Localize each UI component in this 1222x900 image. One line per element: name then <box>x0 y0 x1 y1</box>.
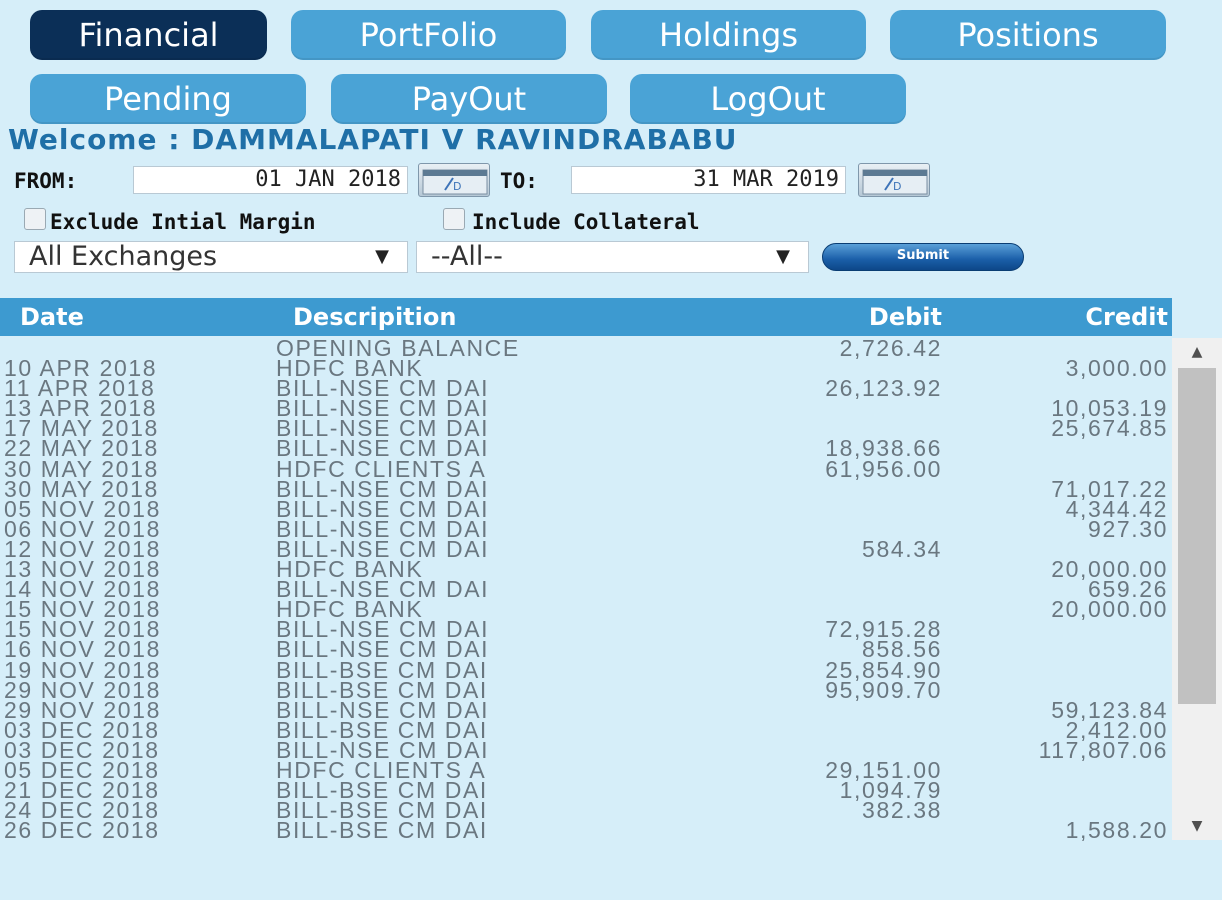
table-row: 14 NOV 2018 BILL-NSE CM DAI 659.26 <box>0 578 1172 601</box>
nav-financial-button[interactable]: Financial <box>30 10 267 60</box>
nav-payout-button[interactable]: PayOut <box>331 74 607 124</box>
table-row: 30 MAY 2018 HDFC CLIENTS A 61,956.00 <box>0 455 1172 482</box>
table-row: 19 NOV 2018 BILL-BSE CM DAI 25,854.90 <box>0 658 1172 681</box>
calendar-icon[interactable]: D <box>858 163 930 197</box>
row-credit: 25,674.85 <box>1051 415 1168 442</box>
segment-select[interactable]: --All-- ▼ <box>416 241 809 273</box>
nav-holdings-button[interactable]: Holdings <box>591 10 866 60</box>
scroll-down-icon[interactable]: ▼ <box>1172 816 1222 836</box>
exclude-margin-checkbox[interactable] <box>24 208 46 230</box>
svg-text:D: D <box>893 180 901 193</box>
ledger-table-body: OPENING BALANCE 2,726.42 10 APR 2018 HDFC B… <box>0 335 1172 844</box>
table-row: 03 DEC 2018 BILL-NSE CM DAI 117,807.06 <box>0 736 1172 763</box>
scroll-thumb[interactable] <box>1178 368 1216 704</box>
table-row: 15 NOV 2018 BILL-NSE CM DAI 72,915.28 <box>0 618 1172 641</box>
table-row: 17 MAY 2018 BILL-NSE CM DAI 25,674.85 <box>0 415 1172 442</box>
nav-logout-button[interactable]: LogOut <box>630 74 906 124</box>
segment-select-value: --All-- <box>431 241 503 272</box>
header-credit: Credit <box>1085 303 1168 331</box>
row-credit: 927.30 <box>1088 515 1168 542</box>
table-row: 05 NOV 2018 BILL-NSE CM DAI 4,344.42 <box>0 497 1172 520</box>
table-row: 12 NOV 2018 BILL-NSE CM DAI 584.34 <box>0 535 1172 562</box>
svg-text:D: D <box>453 180 461 193</box>
table-row: 30 MAY 2018 BILL-NSE CM DAI 71,017.22 <box>0 477 1172 500</box>
table-row: 15 NOV 2018 HDFC BANK 20,000.00 <box>0 596 1172 623</box>
table-row: OPENING BALANCE 2,726.42 <box>0 335 1172 361</box>
row-debit: 26,123.92 <box>825 375 942 402</box>
from-label: FROM: <box>14 169 78 193</box>
calendar-icon[interactable]: D <box>418 163 490 197</box>
exchange-select-value: All Exchanges <box>29 241 218 272</box>
row-debit: 2,726.42 <box>839 335 942 361</box>
header-debit: Debit <box>868 303 942 331</box>
table-row: 22 MAY 2018 BILL-NSE CM DAI 18,938.66 <box>0 437 1172 460</box>
row-debit: 584.34 <box>862 535 942 562</box>
to-date-input[interactable]: 31 MAR 2019 <box>571 166 846 194</box>
row-credit: 3,000.00 <box>1065 355 1168 382</box>
table-scrollbar[interactable]: ▲ ▼ <box>1172 338 1222 840</box>
header-date: Date <box>20 303 84 331</box>
row-credit: 1,588.20 <box>1065 817 1168 844</box>
row-debit: 61,956.00 <box>825 455 942 482</box>
table-row: 05 DEC 2018 HDFC CLIENTS A 29,151.00 <box>0 758 1172 781</box>
table-row: 16 NOV 2018 BILL-NSE CM DAI 858.56 <box>0 638 1172 661</box>
row-credit: 20,000.00 <box>1051 596 1168 623</box>
table-row: 03 DEC 2018 BILL-BSE CM DAI 2,412.00 <box>0 718 1172 741</box>
submit-button[interactable]: Submit <box>822 243 1024 271</box>
to-label: TO: <box>500 169 538 193</box>
chevron-down-icon: ▼ <box>776 246 790 267</box>
table-row: 10 APR 2018 HDFC BANK 3,000.00 <box>0 355 1172 382</box>
from-date-input[interactable]: 01 JAN 2018 <box>133 166 408 194</box>
header-description: Descripition <box>293 303 457 331</box>
table-row: 06 NOV 2018 BILL-NSE CM DAI 927.30 <box>0 515 1172 542</box>
table-header: Date Descripition Debit Credit <box>0 298 1172 336</box>
include-collateral-checkbox[interactable] <box>443 208 465 230</box>
table-row: 11 APR 2018 BILL-NSE CM DAI 26,123.92 <box>0 375 1172 402</box>
table-row: 24 DEC 2018 BILL-BSE CM DAI 382.38 <box>0 797 1172 824</box>
table-row: 13 NOV 2018 HDFC BANK 20,000.00 <box>0 558 1172 581</box>
nav-positions-button[interactable]: Positions <box>890 10 1166 60</box>
row-date: 26 DEC 2018 <box>4 817 160 844</box>
table-row: 29 NOV 2018 BILL-BSE CM DAI 95,909.70 <box>0 676 1172 703</box>
nav-portfolio-button[interactable]: PortFolio <box>291 10 566 60</box>
table-row: 21 DEC 2018 BILL-BSE CM DAI 1,094.79 <box>0 779 1172 802</box>
table-row: 29 NOV 2018 BILL-NSE CM DAI 59,123.84 <box>0 698 1172 721</box>
exchange-select[interactable]: All Exchanges ▼ <box>14 241 408 273</box>
scroll-up-icon[interactable]: ▲ <box>1172 342 1222 362</box>
row-debit: 382.38 <box>862 797 942 824</box>
exclude-margin-label: Exclude Intial Margin <box>50 210 316 234</box>
row-credit: 117,807.06 <box>1038 736 1168 763</box>
row-description: BILL-BSE CM DAI <box>276 817 488 844</box>
table-row: 26 DEC 2018 BILL-BSE CM DAI 1,588.20 <box>0 817 1172 844</box>
welcome-text: Welcome : DAMMALAPATI V RAVINDRABABU <box>8 123 738 156</box>
nav-pending-button[interactable]: Pending <box>30 74 306 124</box>
row-debit: 95,909.70 <box>825 676 942 703</box>
table-row: 13 APR 2018 BILL-NSE CM DAI 10,053.19 <box>0 397 1172 420</box>
chevron-down-icon: ▼ <box>375 246 389 267</box>
include-collateral-label: Include Collateral <box>472 210 700 234</box>
